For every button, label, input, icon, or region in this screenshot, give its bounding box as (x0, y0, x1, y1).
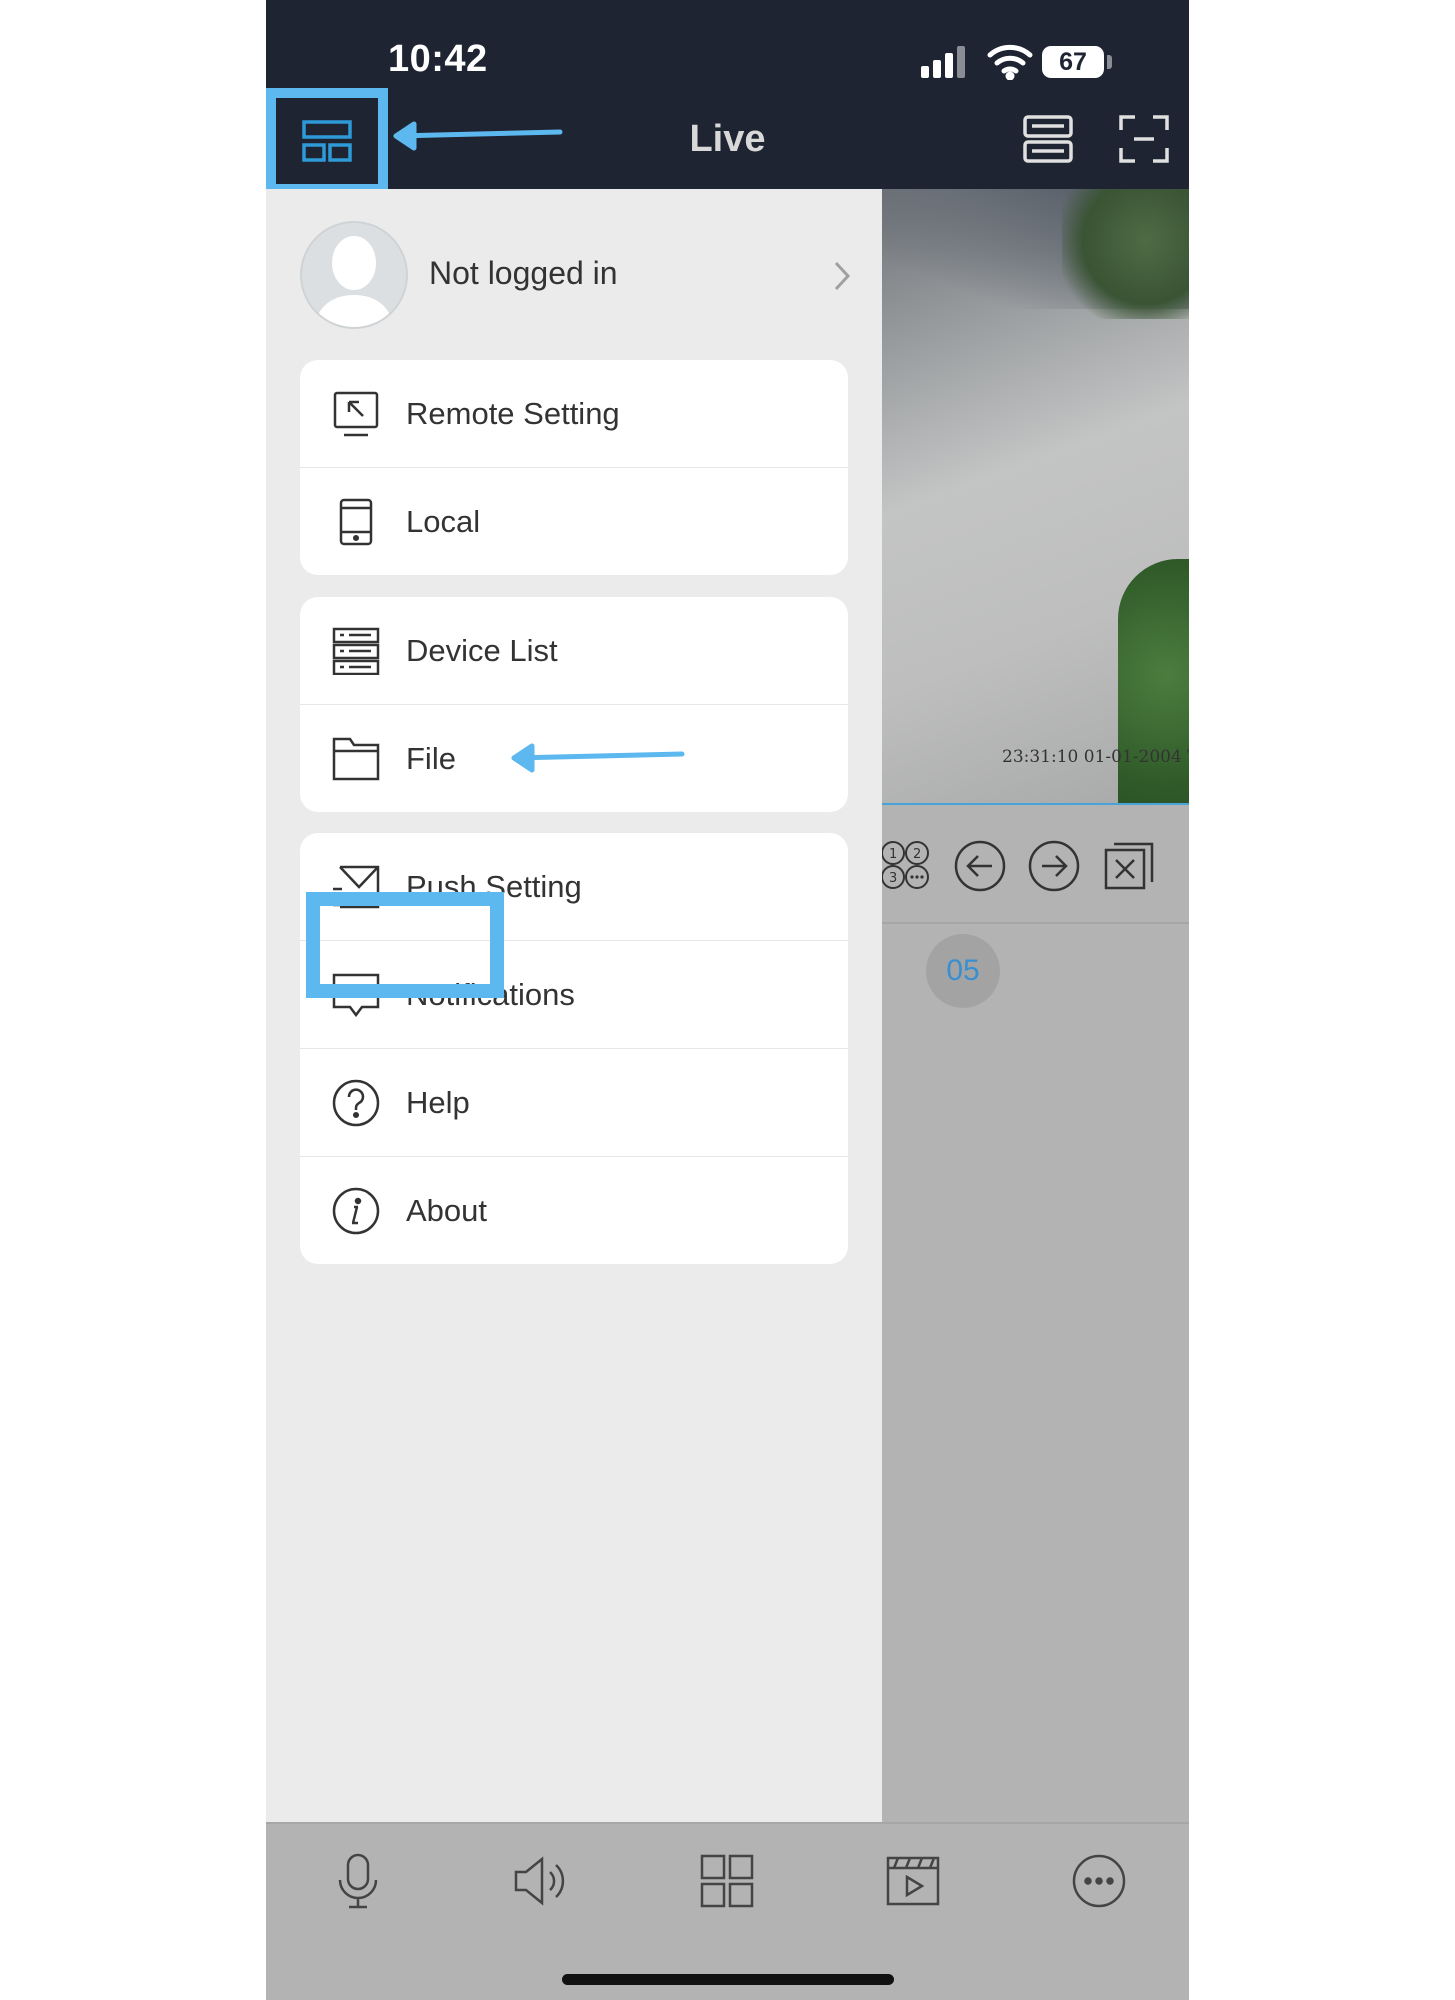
menu-item-help[interactable]: Help (300, 1048, 848, 1156)
more-options-icon[interactable] (1070, 1852, 1128, 1910)
menu-item-label: Local (406, 503, 481, 539)
arrow-left-icon (502, 740, 688, 776)
svg-text:3: 3 (889, 871, 897, 886)
wifi-icon (986, 42, 1034, 80)
svg-text:2: 2 (913, 847, 921, 862)
menu-item-label: Help (406, 1084, 470, 1120)
phone-screen: 23:31:10 01-01-2004 Thursday 1 2 3 (266, 0, 1189, 2000)
layout-menu-button[interactable] (266, 88, 388, 194)
battery-nub (1107, 55, 1112, 69)
menu-item-label: File (406, 740, 456, 776)
home-indicator[interactable] (562, 1974, 894, 1985)
fullscreen-icon[interactable] (1118, 114, 1170, 164)
svg-text:1: 1 (889, 847, 897, 862)
camera-feed[interactable]: 23:31:10 01-01-2004 Thursday (882, 189, 1189, 805)
menu-item-about[interactable]: About (300, 1156, 848, 1264)
device-list-header-icon[interactable] (1022, 114, 1074, 164)
cellular-signal-icon (921, 46, 973, 78)
app-header: 10:42 67 Live (266, 0, 1189, 194)
trees (1062, 189, 1189, 319)
status-time: 10:42 (388, 38, 488, 80)
battery-indicator: 67 (1042, 46, 1104, 78)
grid-layout-icon[interactable] (698, 1852, 756, 1910)
arrow-left-icon (384, 118, 564, 154)
previous-arrow-icon[interactable] (954, 840, 1006, 892)
menu-group-settings: Remote Setting Local (300, 360, 848, 575)
video-playback-icon[interactable] (884, 1852, 942, 1910)
menu-item-device-list[interactable]: Device List (300, 597, 848, 704)
remote-setting-icon (332, 390, 380, 438)
menu-item-local[interactable]: Local (300, 467, 848, 575)
layout-grid-icon (302, 120, 352, 162)
speaker-icon[interactable] (512, 1852, 570, 1910)
file-highlight-box (306, 892, 504, 998)
video-timestamp: 23:31:10 01-01-2004 Thursday (1002, 747, 1189, 767)
menu-item-label: Device List (406, 632, 558, 668)
hedge (1118, 559, 1189, 803)
local-device-icon (332, 498, 380, 546)
menu-item-label: Remote Setting (406, 395, 620, 431)
side-drawer: Not logged in Remote Setting Local Devic… (266, 189, 882, 1822)
folder-icon (332, 735, 380, 783)
info-circle-icon (332, 1187, 380, 1235)
next-arrow-icon[interactable] (1028, 840, 1080, 892)
login-status-label: Not logged in (429, 255, 618, 291)
chevron-right-icon (832, 259, 852, 293)
menu-item-remote-setting[interactable]: Remote Setting (300, 360, 848, 467)
channel-numbers-icon[interactable]: 1 2 3 (880, 840, 932, 892)
device-list-icon (332, 627, 380, 675)
help-circle-icon (332, 1079, 380, 1127)
channel-badge[interactable]: 05 (926, 934, 1000, 1008)
close-window-icon[interactable] (1104, 840, 1156, 892)
playback-controls: 1 2 3 (880, 806, 1189, 924)
menu-group-devices: Device List File (300, 597, 848, 812)
menu-item-label: About (406, 1192, 488, 1228)
user-profile-row[interactable]: Not logged in (266, 189, 882, 361)
microphone-icon[interactable] (329, 1852, 387, 1910)
avatar (300, 221, 408, 329)
